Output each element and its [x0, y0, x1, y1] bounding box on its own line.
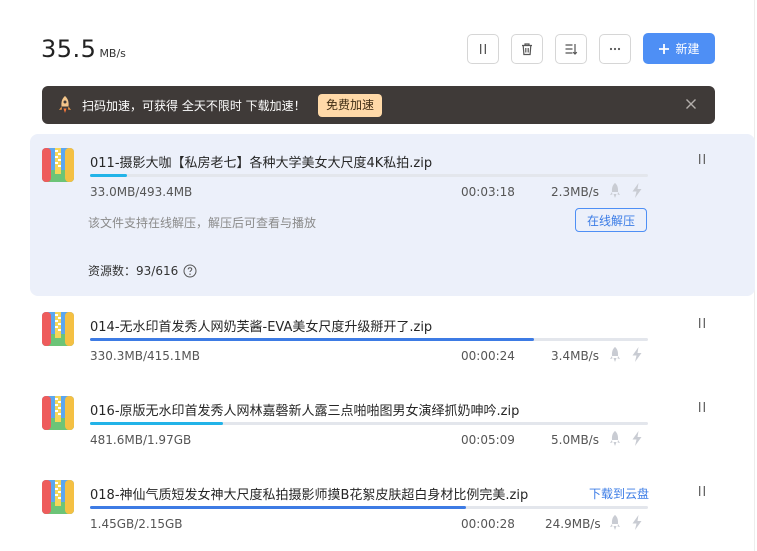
download-speed: 5.0MB/s [551, 433, 599, 447]
help-icon[interactable] [183, 264, 197, 278]
pause-icon[interactable] [696, 153, 708, 165]
remaining-time: 00:05:09 [461, 433, 515, 447]
download-item[interactable]: 014-无水印首发秀人网奶芙酱-EVA美女尺度升级掰开了.zip 330.3MB… [30, 298, 755, 380]
boost-rocket-icon[interactable] [607, 430, 623, 447]
download-item[interactable]: 016-原版无水印首发秀人网林嘉磬新人露三点啪啪图男女演绎抓奶呻吟.zip 48… [30, 382, 755, 464]
zip-file-icon [42, 148, 74, 182]
zip-file-icon [42, 396, 74, 430]
download-to-cloud-link[interactable]: 下载到云盘 [589, 485, 649, 502]
close-icon[interactable] [684, 97, 698, 111]
trash-icon [522, 43, 532, 56]
pause-icon [480, 44, 486, 54]
lightning-icon[interactable] [630, 514, 644, 531]
pause-all-button[interactable] [467, 34, 499, 64]
resource-count-text: 资源数：93/616 [88, 264, 179, 278]
more-button[interactable] [599, 34, 631, 64]
banner-text: 扫码加速，可获得 全天不限时 下载加速！ [82, 99, 306, 113]
lightning-icon[interactable] [630, 346, 644, 363]
lightning-icon[interactable] [630, 182, 644, 199]
file-size: 33.0MB/493.4MB [90, 185, 193, 199]
free-boost-button[interactable]: 免费加速 [318, 94, 383, 117]
progress-bar [90, 174, 648, 177]
new-task-button[interactable]: 新建 [643, 33, 715, 64]
speed-value: 35.5 [41, 35, 97, 63]
lightning-icon[interactable] [630, 430, 644, 447]
file-name: 016-原版无水印首发秀人网林嘉磬新人露三点啪啪图男女演绎抓奶呻吟.zip [90, 404, 520, 419]
zip-file-icon [42, 312, 74, 346]
download-speed: 3.4MB/s [551, 349, 599, 363]
sort-icon [565, 44, 578, 55]
boost-rocket-icon[interactable] [607, 514, 623, 531]
total-speed: 35.5 MB/s [41, 35, 126, 63]
download-item[interactable]: 011-摄影大咖【私房老七】各种大学美女大尺度4K私拍.zip 33.0MB/4… [30, 134, 755, 296]
download-speed: 24.9MB/s [545, 517, 601, 531]
unzip-hint: 该文件支持在线解压，解压后可查看与播放 [88, 216, 317, 230]
progress-fill [90, 174, 128, 177]
file-size: 1.45GB/2.15GB [90, 517, 183, 531]
progress-fill [90, 338, 535, 341]
promo-banner: 扫码加速，可获得 全天不限时 下载加速！ 免费加速 [42, 86, 715, 124]
download-speed: 2.3MB/s [551, 185, 599, 199]
sort-button[interactable] [555, 34, 587, 64]
file-name: 018-神仙气质短发女神大尺度私拍摄影师摸B花絮皮肤超白身材比例完美.zip [90, 488, 529, 503]
more-icon [609, 47, 621, 51]
pause-icon[interactable] [696, 317, 708, 329]
progress-bar [90, 506, 648, 509]
remaining-time: 00:00:28 [461, 517, 515, 531]
progress-bar [90, 338, 648, 341]
speed-unit: MB/s [99, 47, 126, 60]
progress-fill [90, 422, 224, 425]
pause-icon[interactable] [696, 401, 708, 413]
new-task-label: 新建 [675, 42, 700, 56]
progress-fill [90, 506, 467, 509]
resource-count: 资源数：93/616 [88, 262, 197, 279]
zip-file-icon [42, 480, 74, 514]
rocket-icon [59, 96, 71, 113]
boost-rocket-icon[interactable] [607, 346, 623, 363]
file-name: 011-摄影大咖【私房老七】各种大学美女大尺度4K私拍.zip [90, 156, 433, 171]
delete-button[interactable] [511, 34, 543, 64]
file-size: 330.3MB/415.1MB [90, 349, 200, 363]
plus-icon [659, 43, 670, 54]
remaining-time: 00:03:18 [461, 185, 515, 199]
download-item[interactable]: 018-神仙气质短发女神大尺度私拍摄影师摸B花絮皮肤超白身材比例完美.zip 下… [30, 466, 755, 548]
remaining-time: 00:00:24 [461, 349, 515, 363]
file-name: 014-无水印首发秀人网奶芙酱-EVA美女尺度升级掰开了.zip [90, 320, 433, 335]
progress-bar [90, 422, 648, 425]
online-unzip-button[interactable]: 在线解压 [575, 208, 647, 232]
boost-rocket-icon[interactable] [607, 182, 623, 199]
file-size: 481.6MB/1.97GB [90, 433, 192, 447]
pause-icon[interactable] [696, 485, 708, 497]
